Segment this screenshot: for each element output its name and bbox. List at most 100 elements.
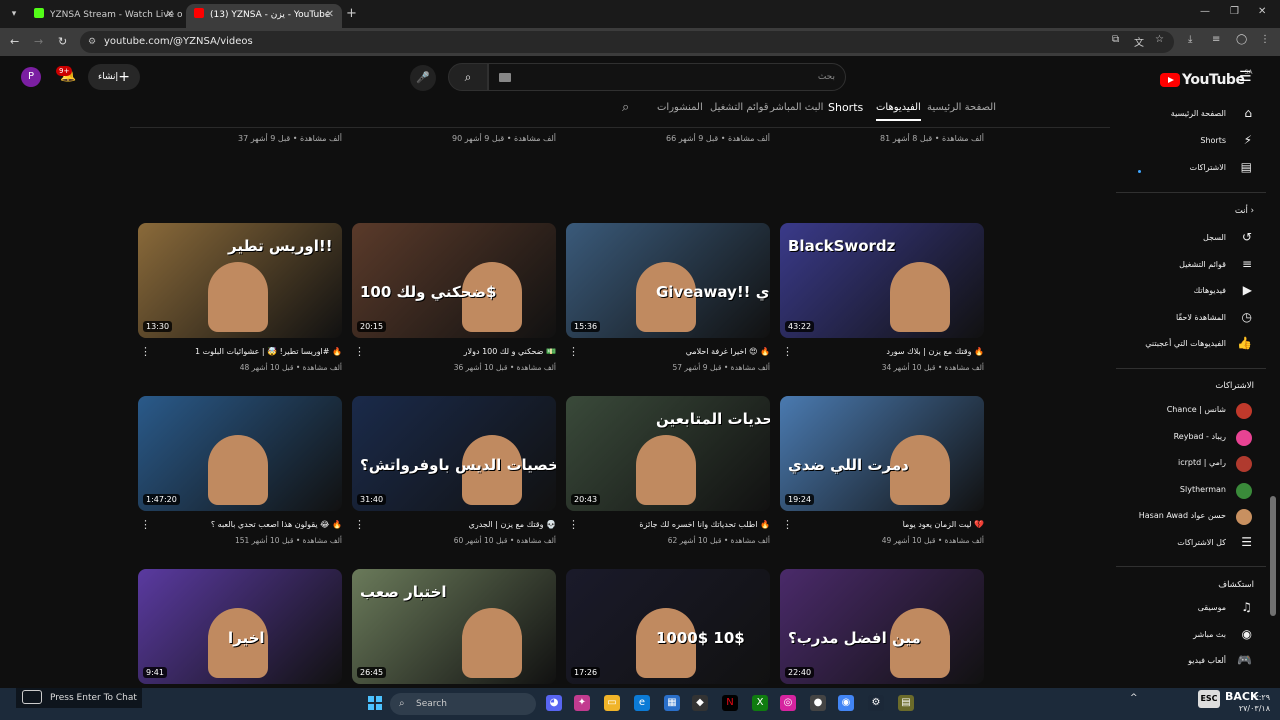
video-title[interactable]: اوريسا تطير! 🤯 | عشوائيات البلوت 1# 🔥: [146, 347, 342, 356]
tab-home[interactable]: الصفحة الرئيسية: [927, 102, 996, 113]
sidebar-subscription[interactable]: Chance | شانس: [1116, 400, 1266, 422]
video-meta: 81 ألف مشاهدة • قبل 8 أشهر: [879, 134, 984, 143]
video-title[interactable]: ضحكني و لك 100 دولار 💵: [360, 347, 556, 356]
search-button-icon[interactable]: ⌕: [448, 63, 488, 91]
video-thumbnail[interactable]: ضحكني ولك 100$ 20:15: [352, 223, 556, 338]
app-icon[interactable]: ◆: [692, 695, 708, 711]
video-thumbnail[interactable]: تحديات المتابعين 20:43: [566, 396, 770, 511]
sidebar-item-watch-later[interactable]: المشاهدة لاحقًا ◷: [1116, 308, 1266, 330]
video-title[interactable]: وقتك مع يزن | الجدري 💀: [360, 520, 556, 529]
site-info-icon[interactable]: ⚙: [88, 31, 96, 53]
tab-strip: ▾ YZNSA Stream - Watch Live on ✕ (13) YZ…: [0, 0, 1280, 28]
tab-playlists[interactable]: قوائم التشغيل: [710, 102, 769, 113]
sidebar-item-subscriptions[interactable]: الاشتراكات ▤: [1116, 158, 1266, 180]
voice-search-mic-icon[interactable]: 🎤: [410, 65, 436, 91]
sidebar-subscription[interactable]: Reybad - ريباد: [1116, 427, 1266, 449]
keyboard-icon[interactable]: [499, 73, 511, 82]
sidebar-subscription[interactable]: Slytherman: [1116, 480, 1266, 502]
minimize-icon[interactable]: —: [1200, 6, 1210, 17]
video-thumbnail[interactable]: اختبار صعب 26:45: [352, 569, 556, 684]
tab-posts[interactable]: المنشورات: [657, 102, 703, 113]
tab-search-icon[interactable]: ▾: [6, 6, 22, 22]
sidebar-item-music[interactable]: موسيقى ♫: [1116, 598, 1266, 620]
browser-menu-icon[interactable]: ⋮: [1260, 34, 1270, 45]
forward-icon[interactable]: →: [34, 35, 43, 48]
taskbar-search[interactable]: ⌕ Search: [390, 693, 536, 715]
app-icon[interactable]: ●: [810, 695, 826, 711]
video-title[interactable]: اخيرا غرفة احلامي 😍 🔥: [574, 347, 770, 356]
video-title[interactable]: يقولون هذا اصعب تحدي بالعبه ؟ 😂 🔥: [146, 520, 342, 529]
netflix-icon[interactable]: N: [722, 695, 738, 711]
tray-chevron-icon[interactable]: ^: [1130, 693, 1138, 703]
profile-icon[interactable]: ◯: [1236, 34, 1247, 45]
sidebar-item-your-videos[interactable]: فيديوهاتك ▶: [1116, 281, 1266, 303]
chrome-icon[interactable]: ◉: [838, 695, 854, 711]
download-icon[interactable]: ⤓: [1188, 34, 1192, 45]
sidebar-subscription[interactable]: Hasan Awad حسن عواد: [1116, 506, 1266, 528]
video-thumbnail[interactable]: اوريس تطير!! 13:30: [138, 223, 342, 338]
create-button[interactable]: إنشاء +: [88, 64, 140, 90]
sidebar-subscription[interactable]: كل الاشتراكات ☰: [1116, 533, 1266, 555]
video-thumbnail[interactable]: دمرت اللي ضدي 19:24: [780, 396, 984, 511]
hamburger-menu-icon[interactable]: ☰: [1239, 69, 1252, 85]
video-title[interactable]: ليت الزمان يعود يوماً 💔: [788, 520, 984, 529]
file-explorer-icon[interactable]: ▭: [604, 695, 620, 711]
sidebar-item-liked[interactable]: الفيديوهات التي أعجبتني 👍: [1116, 334, 1266, 356]
video-thumbnail[interactable]: BlackSwordz 43:22: [780, 223, 984, 338]
edge-icon[interactable]: e: [634, 695, 650, 711]
address-bar[interactable]: ⚙ youtube.com/@YZNSA/videos: [80, 31, 1174, 53]
sidebar-you-header[interactable]: أنت ›: [1235, 206, 1254, 216]
watch-later-icon: ◷: [1241, 309, 1252, 324]
sidebar-item-live[interactable]: بث مباشر ◉: [1116, 625, 1266, 647]
new-content-dot: [1138, 170, 1141, 173]
video-thumbnail[interactable]: مين افضل مدرب؟ 22:40: [780, 569, 984, 684]
copilot-icon[interactable]: ✦: [574, 695, 590, 711]
close-window-icon[interactable]: ✕: [1258, 6, 1266, 17]
create-label: إنشاء: [98, 72, 119, 82]
search-input[interactable]: بحث: [488, 63, 846, 91]
steam-icon[interactable]: ⚙: [868, 695, 884, 711]
app-icon[interactable]: ▤: [898, 695, 914, 711]
new-tab-icon[interactable]: +: [346, 6, 357, 21]
video-title[interactable]: اطلب تحدياتك وانا اخسره لك جائزة 🔥: [574, 520, 770, 529]
instagram-icon[interactable]: ◎: [780, 695, 796, 711]
video-thumbnail[interactable]: 1:47:20: [138, 396, 342, 511]
discord-icon[interactable]: ◕: [546, 695, 562, 711]
windows-start-icon[interactable]: [368, 696, 382, 710]
sidebar-subscription[interactable]: icrptd | رامي: [1116, 453, 1266, 475]
translate-icon[interactable]: 文: [1134, 34, 1144, 49]
sidebar-item-gaming[interactable]: ألعاب فيديو 🎮: [1116, 651, 1266, 673]
esc-key-hint[interactable]: ESC: [1198, 690, 1220, 708]
tab-live[interactable]: البث المباشر: [770, 102, 823, 113]
tab-youtube[interactable]: (13) YZNSA - يزن - YouTube ✕: [186, 4, 342, 28]
subscription-label: Chance | شانس: [1166, 405, 1226, 414]
tab-kick[interactable]: YZNSA Stream - Watch Live on ✕: [26, 4, 182, 28]
channel-search-icon[interactable]: ⌕: [622, 100, 629, 115]
sidebar-item-shorts[interactable]: Shorts ⚡: [1116, 131, 1266, 153]
video-thumbnail[interactable]: كم عدد شخصيات الديس باوفرواتش؟ 31:40: [352, 396, 556, 511]
close-tab-icon[interactable]: ✕: [326, 4, 334, 26]
back-icon[interactable]: ←: [10, 35, 19, 48]
restore-icon[interactable]: ❐: [1230, 6, 1239, 17]
sidebar-item-home[interactable]: الصفحة الرئيسية ⌂: [1116, 104, 1266, 126]
subscription-label: Reybad - ريباد: [1173, 431, 1226, 441]
clock[interactable]: ٠٢:٢٩ ٢٧/٠٣/١٨: [1238, 692, 1270, 714]
close-tab-icon[interactable]: ✕: [166, 4, 174, 26]
sidebar-item-playlists[interactable]: قوائم التشغيل ≡: [1116, 255, 1266, 277]
video-thumbnail[interactable]: 1000$ 10$ 17:26: [566, 569, 770, 684]
install-icon[interactable]: ⧉: [1112, 34, 1119, 45]
video-thumbnail[interactable]: Giveaway!! قيف اواي 15:36: [566, 223, 770, 338]
tab-shorts[interactable]: Shorts: [828, 101, 863, 114]
tab-videos[interactable]: الفيديوهات: [876, 102, 921, 121]
scrollbar[interactable]: [1270, 496, 1276, 616]
store-icon[interactable]: ▦: [664, 695, 680, 711]
video-title[interactable]: وقتك مع يزن | بلاك سورد 🔥: [788, 347, 984, 356]
reload-icon[interactable]: ↻: [58, 35, 67, 48]
avatar[interactable]: P: [21, 67, 41, 87]
video-thumbnail[interactable]: اخيرا 9:41: [138, 569, 342, 684]
xbox-icon[interactable]: X: [752, 695, 768, 711]
extensions-icon[interactable]: ≡: [1212, 34, 1220, 45]
bookmark-star-icon[interactable]: ☆: [1155, 34, 1164, 45]
date: ٢٧/٠٣/١٨: [1238, 704, 1270, 713]
sidebar-item-history[interactable]: السجل ↺: [1116, 228, 1266, 250]
